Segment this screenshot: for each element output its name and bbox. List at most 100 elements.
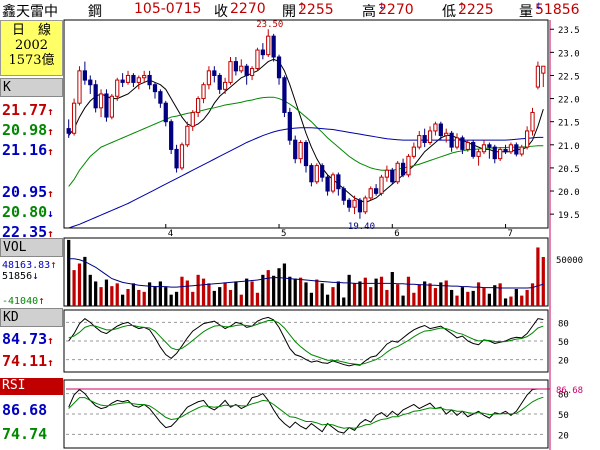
volume-bar	[401, 295, 405, 306]
volume-bar	[509, 296, 513, 306]
volume-bar	[466, 291, 470, 306]
volume-bar	[142, 291, 146, 306]
candle-body	[271, 35, 276, 58]
volume-bar	[525, 289, 529, 306]
volume-bar	[131, 283, 136, 306]
candle-body	[233, 61, 239, 72]
volume-bar	[218, 287, 222, 306]
rsi-marker-label: 86.68	[556, 386, 583, 396]
candle-body	[541, 65, 546, 74]
volume-bar	[212, 290, 216, 306]
candle-body	[400, 162, 406, 176]
candle-body	[298, 141, 303, 160]
month-tick-label: 5	[281, 229, 286, 239]
rsi-tick-label: 50	[558, 411, 569, 421]
candle-body	[169, 121, 174, 150]
candle-body	[142, 74, 147, 79]
volume-bar	[121, 294, 125, 306]
volume-bar	[293, 278, 297, 306]
candle-body	[535, 65, 541, 88]
volume-bar	[428, 283, 432, 306]
candle-body	[357, 199, 363, 213]
volume-bar	[347, 274, 351, 306]
volume-bar	[288, 276, 292, 306]
candle-body	[212, 70, 217, 76]
kd-tick-label: 50	[558, 338, 569, 348]
candle-body	[320, 165, 325, 178]
volume-bar	[541, 257, 545, 306]
candle-body	[158, 91, 163, 104]
candle-body	[341, 188, 346, 201]
candle-body	[352, 199, 357, 208]
volume-bar	[228, 289, 233, 306]
volume-bar	[110, 286, 114, 306]
volume-bar	[331, 287, 335, 306]
volume-bar	[250, 281, 254, 306]
candle-body	[519, 146, 524, 155]
candle-body	[465, 141, 470, 150]
candle-body	[163, 102, 168, 123]
candle-body	[514, 144, 519, 155]
candle-body	[260, 49, 265, 56]
volume-bar	[309, 292, 314, 306]
volume-bar	[460, 287, 465, 306]
candle-body	[206, 70, 212, 86]
month-tick-label: 7	[508, 229, 513, 239]
candle-body	[373, 188, 379, 194]
volume-bar	[104, 279, 109, 306]
volume-bar	[352, 283, 357, 306]
volume-bar	[503, 298, 508, 306]
volume-bar	[99, 287, 103, 306]
candle-body	[433, 123, 438, 132]
candle-body	[330, 174, 336, 192]
candle-body	[422, 135, 427, 143]
candle-body	[444, 132, 449, 137]
price-frame	[63, 19, 549, 229]
rsi-line-RSI6	[68, 388, 544, 434]
candle-body	[347, 199, 352, 208]
candle-body	[471, 141, 476, 157]
candle-body	[492, 146, 497, 160]
volume-bar	[304, 282, 308, 306]
volume-bar	[325, 294, 330, 306]
candle-body	[201, 84, 206, 100]
candle-body	[282, 77, 287, 113]
candle-body	[255, 49, 260, 70]
volume-bar	[207, 283, 211, 306]
month-tick-label: 6	[394, 229, 399, 239]
volume-bar	[396, 284, 400, 306]
volume-bar	[115, 283, 119, 306]
volume-bar	[180, 276, 184, 306]
candle-body	[481, 144, 487, 153]
candle-body	[93, 84, 98, 109]
volume-bar	[196, 274, 200, 306]
candle-body	[104, 93, 109, 118]
candle-body	[406, 155, 411, 176]
candle-body	[217, 74, 222, 90]
volume-bar	[471, 290, 475, 306]
volume-bar	[342, 297, 346, 306]
volume-bar	[482, 288, 486, 306]
candle-body	[152, 84, 158, 93]
price-annotation: 19.40	[348, 222, 375, 232]
candle-body	[498, 148, 503, 160]
price-tick-label: 21.5	[558, 119, 580, 129]
candle-body	[266, 35, 271, 56]
candle-body	[179, 144, 185, 169]
candle-body	[147, 74, 152, 86]
candle-body	[417, 135, 422, 148]
candle-body	[88, 79, 93, 86]
volume-bar	[201, 278, 206, 306]
candle-body	[131, 74, 136, 83]
volume-bar	[363, 277, 367, 306]
volume-bar	[444, 280, 448, 306]
volume-bar	[164, 287, 168, 306]
candle-body	[530, 111, 535, 132]
candle-body	[244, 65, 249, 76]
volume-bar	[433, 288, 438, 306]
volume-bar	[520, 295, 524, 306]
volume-bar	[514, 289, 518, 306]
volume-bar	[77, 263, 82, 306]
volume-bar	[379, 276, 384, 306]
kd-line-K	[68, 316, 544, 367]
